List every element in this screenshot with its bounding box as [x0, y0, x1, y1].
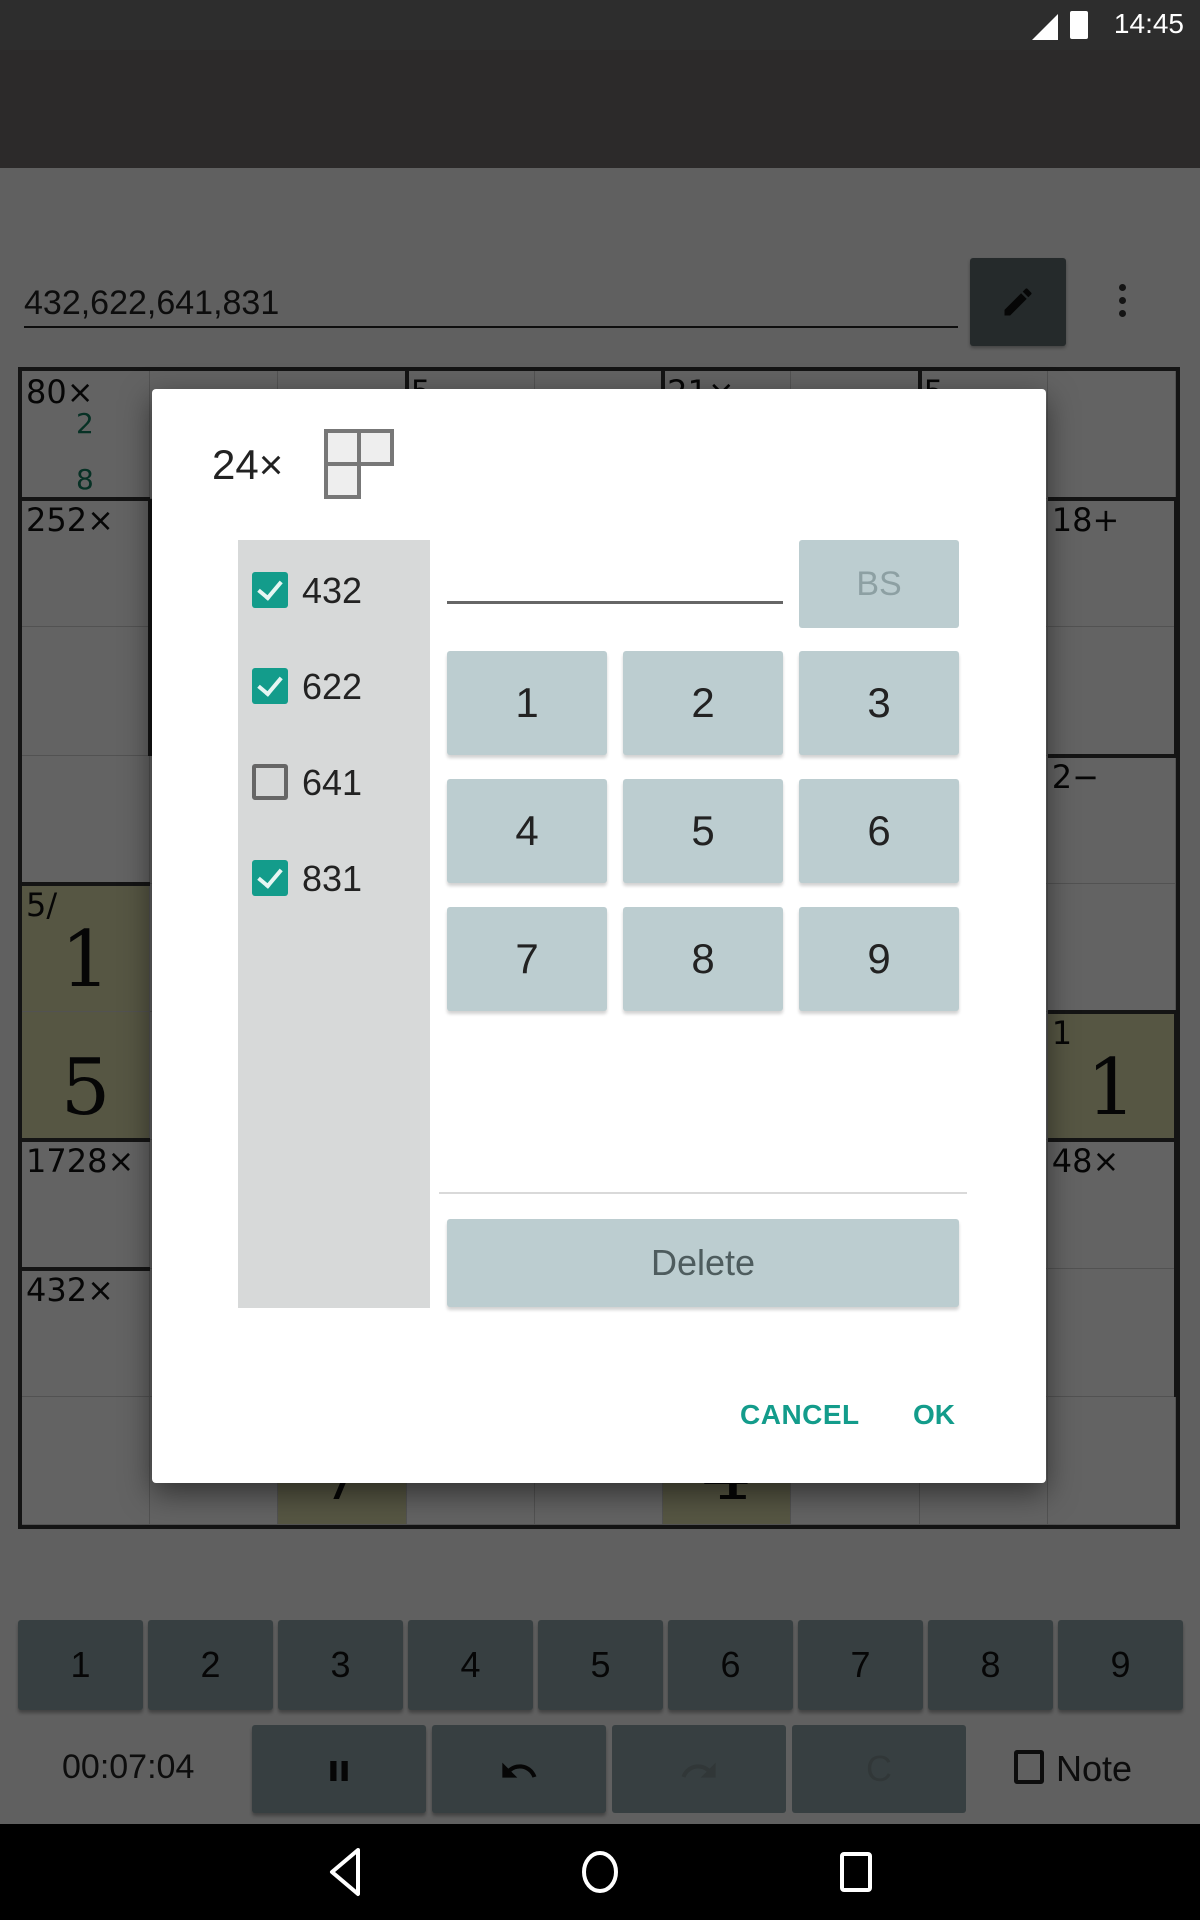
cage-shape-icon: [324, 429, 394, 499]
battery-charging-icon: [1070, 11, 1088, 39]
home-icon[interactable]: [578, 1848, 622, 1896]
combination-label: 622: [302, 666, 363, 707]
keypad-key-5[interactable]: 5: [623, 779, 783, 883]
combination-checkbox[interactable]: [252, 668, 288, 704]
recents-icon[interactable]: [838, 1850, 874, 1894]
combination-label: 432: [302, 570, 363, 611]
status-bar-overlay: 14:45: [0, 0, 1200, 50]
combination-label: 641: [302, 762, 363, 803]
combination-checkbox[interactable]: [252, 764, 288, 800]
keypad-key-4[interactable]: 4: [447, 779, 607, 883]
divider: [439, 1192, 967, 1194]
keypad-key-2[interactable]: 2: [623, 651, 783, 755]
navigation-bar: [0, 1824, 1200, 1920]
combination-entry-input[interactable]: [447, 541, 783, 604]
keypad-key-7[interactable]: 7: [447, 907, 607, 1011]
ok-button[interactable]: OK: [913, 1399, 955, 1431]
keypad-key-3[interactable]: 3: [799, 651, 959, 755]
combination-label: 831: [302, 858, 363, 899]
combination-checkbox[interactable]: [252, 572, 288, 608]
keypad-key-1[interactable]: 1: [447, 651, 607, 755]
backspace-button[interactable]: BS: [799, 540, 959, 628]
cage-combinations-dialog: 24× 432 622 641 831 BS 123 456 789 Delete CAN…: [152, 389, 1046, 1483]
signal-icon: [1032, 14, 1058, 40]
cancel-button[interactable]: CANCEL: [740, 1399, 860, 1431]
status-time: 14:45: [1113, 8, 1184, 39]
delete-button[interactable]: Delete: [447, 1219, 959, 1307]
dialog-title: 24×: [212, 441, 284, 488]
combination-checkbox[interactable]: [252, 860, 288, 896]
keypad-key-8[interactable]: 8: [623, 907, 783, 1011]
combination-list: 432 622 641 831: [238, 540, 430, 1308]
keypad-key-6[interactable]: 6: [799, 779, 959, 883]
back-icon[interactable]: [324, 1844, 366, 1900]
keypad-key-9[interactable]: 9: [799, 907, 959, 1011]
